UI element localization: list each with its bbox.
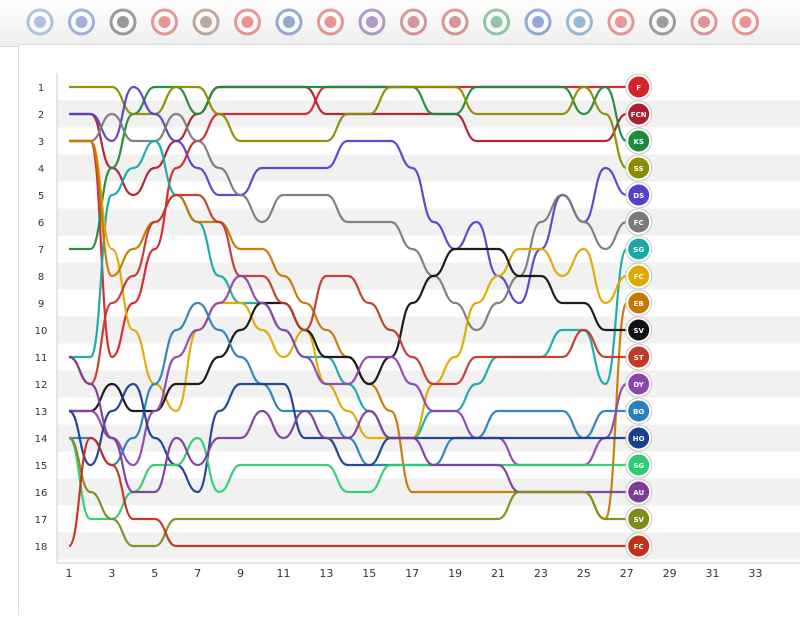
final-crest-17[interactable]: SV bbox=[625, 505, 653, 533]
crest-label: FC bbox=[634, 543, 644, 551]
chart-card: 1 2 3 4 5 6 7 8 9 10 11 12 13 14 15 16 17 18 1 3 5 7 9 11 13 15 17… bbox=[18, 44, 800, 615]
y-tick-label: 12 bbox=[35, 380, 48, 391]
club-crest-4[interactable] bbox=[151, 8, 178, 36]
y-tick-label: 5 bbox=[38, 191, 44, 202]
club-crest-2[interactable] bbox=[68, 8, 95, 36]
row-band bbox=[57, 208, 800, 236]
final-crest-11[interactable]: ST bbox=[625, 343, 653, 371]
club-crest-9[interactable] bbox=[358, 8, 386, 36]
row-band bbox=[57, 262, 800, 290]
crest-label: F bbox=[636, 84, 641, 92]
x-tick-label: 13 bbox=[319, 567, 333, 580]
final-crest-10[interactable]: SV bbox=[625, 316, 653, 344]
x-tick-label: 19 bbox=[448, 567, 462, 580]
final-crest-18[interactable]: FC bbox=[625, 532, 653, 560]
club-crest-10[interactable] bbox=[400, 8, 427, 36]
club-crest-5[interactable] bbox=[192, 8, 220, 36]
club-crest-11[interactable] bbox=[441, 8, 469, 36]
x-tick-label: 11 bbox=[277, 567, 291, 580]
x-tick-label: 29 bbox=[663, 567, 677, 580]
y-tick-label: 14 bbox=[35, 434, 48, 445]
y-tick-label: 11 bbox=[35, 353, 48, 364]
final-crest-2[interactable]: FCN bbox=[625, 100, 653, 128]
x-tick-label: 27 bbox=[620, 567, 634, 580]
x-tick-label: 9 bbox=[237, 567, 244, 580]
club-crest-12[interactable] bbox=[483, 8, 510, 36]
crest-label: SV bbox=[633, 327, 644, 335]
club-crest-16[interactable] bbox=[649, 8, 676, 36]
final-crest-5[interactable]: DS bbox=[625, 181, 653, 209]
x-tick-label: 33 bbox=[748, 567, 762, 580]
club-crest-18[interactable] bbox=[732, 8, 759, 36]
crest-label: FC bbox=[634, 219, 644, 227]
final-crest-4[interactable]: SS bbox=[625, 154, 653, 182]
crest-label: KS bbox=[633, 138, 643, 146]
y-tick-label: 13 bbox=[35, 407, 48, 418]
x-tick-label: 15 bbox=[362, 567, 376, 580]
club-crest-6[interactable] bbox=[234, 8, 261, 36]
x-tick-label: 25 bbox=[577, 567, 591, 580]
y-tick-label: 16 bbox=[35, 488, 48, 499]
crest-label: SG bbox=[633, 462, 644, 470]
club-crest-7[interactable] bbox=[275, 8, 303, 36]
x-tick-label: 23 bbox=[534, 567, 548, 580]
x-tick-label: 7 bbox=[194, 567, 201, 580]
crest-label: BO bbox=[633, 408, 644, 416]
final-crest-6[interactable]: FC bbox=[625, 208, 653, 236]
crest-label: EB bbox=[634, 300, 644, 308]
y-tick-label: 7 bbox=[38, 245, 44, 256]
y-tick-label: 17 bbox=[35, 515, 48, 526]
x-tick-label: 17 bbox=[405, 567, 419, 580]
y-tick-label: 2 bbox=[38, 110, 44, 121]
crest-label: SS bbox=[634, 165, 644, 173]
x-tick-label: 1 bbox=[66, 567, 73, 580]
crest-label: SV bbox=[633, 516, 644, 524]
y-tick-label: 3 bbox=[38, 137, 44, 148]
y-tick-label: 4 bbox=[38, 164, 44, 175]
final-crest-16[interactable]: AU bbox=[625, 478, 653, 506]
final-crest-3[interactable]: KS bbox=[625, 127, 653, 155]
crest-label: HO bbox=[633, 435, 645, 443]
final-crest-9[interactable]: EB bbox=[625, 289, 653, 317]
final-crest-13[interactable]: BO bbox=[625, 397, 653, 425]
y-tick-label: 1 bbox=[38, 83, 44, 94]
crest-label: FC bbox=[634, 273, 644, 281]
y-tick-label: 10 bbox=[35, 326, 48, 337]
final-crest-14[interactable]: HO bbox=[625, 424, 653, 452]
crest-label: ST bbox=[634, 354, 644, 362]
club-crest-8[interactable] bbox=[317, 8, 344, 36]
y-tick-label: 6 bbox=[38, 218, 44, 229]
y-tick-label: 8 bbox=[38, 272, 44, 283]
y-tick-label: 18 bbox=[35, 542, 48, 553]
crest-label: AU bbox=[633, 489, 644, 497]
club-crest-17[interactable] bbox=[690, 8, 718, 36]
final-crest-7[interactable]: SG bbox=[625, 235, 653, 263]
position-chart: 1234567891011121314151617181 3 5 7 9 11 13 15 17… bbox=[35, 73, 800, 580]
x-tick-label: 31 bbox=[706, 567, 720, 580]
final-crest-15[interactable]: SG bbox=[625, 451, 653, 479]
crest-label: FCN bbox=[631, 111, 647, 119]
club-crest-3[interactable] bbox=[109, 8, 137, 36]
final-crest-1[interactable]: F bbox=[625, 73, 653, 101]
crest-label: DY bbox=[634, 381, 645, 389]
club-crest-1[interactable] bbox=[26, 8, 54, 36]
team-crest-bar bbox=[0, 0, 800, 47]
y-tick-label: 15 bbox=[35, 461, 48, 472]
club-crest-14[interactable] bbox=[566, 8, 593, 36]
final-crest-12[interactable]: DY bbox=[625, 370, 653, 398]
crest-bar-svg bbox=[26, 8, 759, 36]
club-crest-13[interactable] bbox=[524, 8, 552, 36]
x-tick-label: 5 bbox=[151, 567, 158, 580]
final-crest-8[interactable]: FC bbox=[625, 262, 653, 290]
club-crest-15[interactable] bbox=[607, 8, 635, 36]
crest-label: DS bbox=[633, 192, 644, 200]
x-tick-label: 21 bbox=[491, 567, 505, 580]
y-tick-label: 9 bbox=[38, 299, 44, 310]
crest-label: SG bbox=[633, 246, 644, 254]
x-tick-label: 3 bbox=[108, 567, 115, 580]
